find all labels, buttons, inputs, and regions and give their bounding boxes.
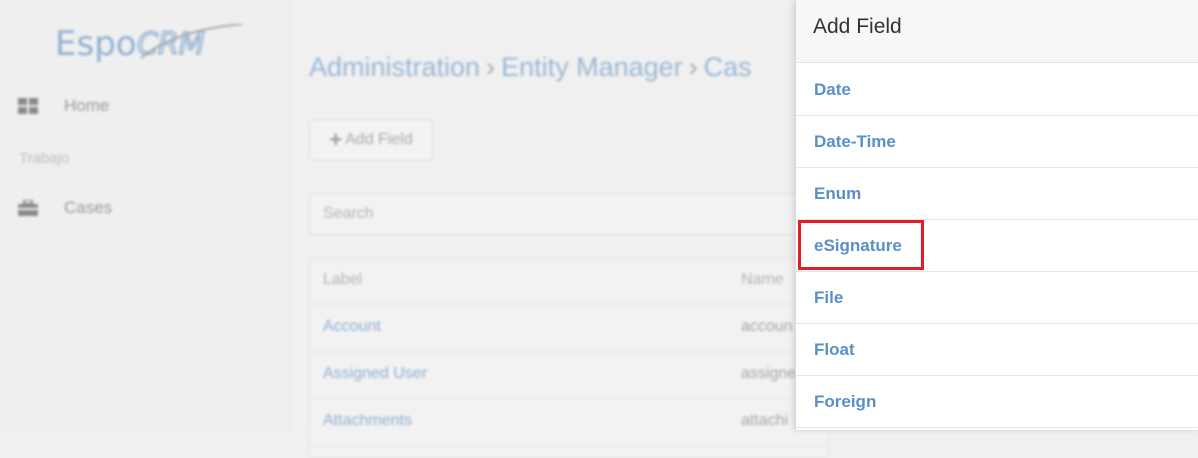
search-placeholder: Search (323, 205, 374, 222)
table-row: Attachments attachi (310, 400, 828, 446)
table-header-row: Label Name (310, 259, 828, 305)
sidebar: Espo CRM Home Trabajo Cases (0, 0, 290, 430)
modal-header: Add Field (796, 0, 1198, 63)
field-name: accoun (741, 318, 793, 335)
logo-text: Espo (55, 24, 137, 64)
field-label-link[interactable]: Assigned User (323, 365, 427, 383)
field-label-link[interactable]: Account (323, 318, 381, 336)
field-type-link-date-time[interactable]: Date-Time (814, 132, 896, 152)
search-input[interactable]: Search (309, 193, 829, 235)
breadcrumb: Administration › Entity Manager › Cas (309, 52, 752, 83)
briefcase-icon (18, 199, 38, 216)
sidebar-item-label: Cases (64, 198, 113, 217)
add-field-button[interactable]: + Add Field (309, 119, 433, 161)
column-header-label[interactable]: Label (323, 271, 362, 289)
field-type-item-enum: Enum (796, 168, 1198, 220)
modal-title: Add Field (813, 15, 902, 38)
field-type-item-esignature: eSignature (796, 220, 1198, 272)
add-field-button-label: Add Field (345, 131, 413, 148)
field-name: assigne (741, 365, 797, 382)
field-type-link-date[interactable]: Date (814, 80, 851, 100)
breadcrumb-separator: › (688, 52, 698, 82)
field-type-link-esignature[interactable]: eSignature (814, 236, 902, 256)
field-name: attachi (741, 412, 789, 429)
sidebar-item-label: Home (64, 96, 110, 115)
field-label-link[interactable]: Attachments (323, 412, 412, 430)
field-type-item-float: Float (796, 324, 1198, 376)
app-logo[interactable]: Espo CRM (55, 24, 244, 64)
sidebar-section-label: Trabajo (19, 150, 70, 167)
logo-crm-mark: CRM (136, 24, 244, 63)
field-type-link-foreign[interactable]: Foreign (814, 392, 876, 412)
table-row: Account accoun (310, 306, 828, 352)
field-type-list: Date Date-Time Enum eSignature File Floa… (796, 64, 1198, 428)
column-header-name[interactable]: Name (741, 271, 784, 289)
plus-icon: + (329, 127, 343, 152)
breadcrumb-entity-manager[interactable]: Entity Manager (501, 52, 683, 82)
grid-icon (18, 98, 38, 114)
table-row: Assigned User assigne (310, 353, 828, 399)
breadcrumb-current-entity[interactable]: Cas (704, 52, 752, 82)
fields-table: Label Name Account accoun Assigned User … (309, 258, 829, 458)
breadcrumb-administration[interactable]: Administration (309, 52, 480, 82)
field-type-item-file: File (796, 272, 1198, 324)
field-type-item-date-time: Date-Time (796, 116, 1198, 168)
sidebar-item-home[interactable]: Home (18, 94, 109, 118)
field-type-link-float[interactable]: Float (814, 340, 855, 360)
add-field-modal: Add Field Date Date-Time Enum eSignature… (795, 0, 1198, 430)
field-type-item-date: Date (796, 64, 1198, 116)
sidebar-item-cases[interactable]: Cases (18, 196, 112, 220)
breadcrumb-separator: › (486, 52, 496, 82)
field-type-link-file[interactable]: File (814, 288, 843, 308)
field-type-item-foreign: Foreign (796, 376, 1198, 428)
field-type-link-enum[interactable]: Enum (814, 184, 861, 204)
